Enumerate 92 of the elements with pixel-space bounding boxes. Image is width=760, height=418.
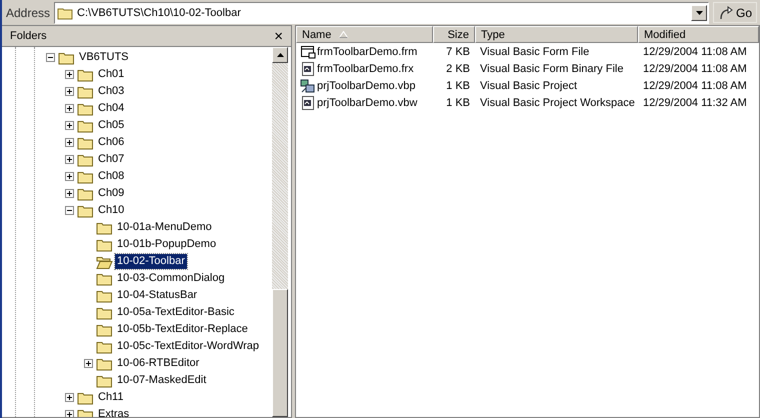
- folder-icon: [96, 238, 113, 252]
- expander-icon[interactable]: [84, 359, 93, 368]
- folder-item[interactable]: 10-05b-TextEditor-Replace: [115, 322, 250, 337]
- file-size: 1 KB: [445, 80, 471, 92]
- address-label: Address: [6, 6, 50, 20]
- folder-item[interactable]: Ch07: [96, 152, 126, 167]
- folder-item[interactable]: 10-02-Toolbar: [115, 254, 187, 269]
- folder-item[interactable]: Ch09: [96, 186, 126, 201]
- pane-title: Folders: [10, 30, 47, 42]
- expander-icon[interactable]: [65, 206, 74, 215]
- curved-arrow-icon: [718, 4, 734, 20]
- caret-icon: [696, 10, 702, 14]
- folder-icon: [77, 170, 94, 184]
- folder-icon: [96, 322, 113, 336]
- file-type: Visual Basic Project Workspace: [479, 96, 636, 108]
- open-folder-icon: [96, 254, 113, 268]
- folder-item[interactable]: 10-03-CommonDialog: [115, 271, 227, 286]
- folder-item[interactable]: 10-07-MaskedEdit: [115, 373, 208, 388]
- folder-icon: [57, 6, 74, 20]
- folder-icon: [77, 136, 94, 150]
- file-name[interactable]: prjToolbarDemo.vbp: [317, 80, 416, 92]
- expander-icon[interactable]: [65, 121, 74, 130]
- expander-icon[interactable]: [65, 393, 74, 402]
- folder-icon: [77, 68, 94, 82]
- file-type: Visual Basic Project: [479, 80, 578, 92]
- folder-icon: [96, 374, 113, 388]
- folder-icon: [77, 118, 94, 132]
- file-type: Visual Basic Form File: [479, 46, 590, 58]
- folder-item[interactable]: Ch06: [96, 135, 126, 150]
- expander-icon[interactable]: [65, 104, 74, 113]
- folder-item[interactable]: Ch08: [96, 169, 126, 184]
- folder-item[interactable]: 10-01b-PopupDemo: [115, 237, 218, 252]
- folder-item[interactable]: VB6TUTS: [77, 50, 131, 65]
- file-size: 7 KB: [445, 46, 471, 58]
- file-size: 1 KB: [445, 96, 471, 108]
- folder-item[interactable]: 10-05a-TextEditor-Basic: [115, 305, 236, 320]
- folder-item[interactable]: 10-01a-MenuDemo: [115, 220, 214, 235]
- expander-icon[interactable]: [65, 87, 74, 96]
- column-header[interactable]: Modified: [638, 26, 759, 43]
- sort-arrow-icon: [339, 31, 348, 38]
- folder-item[interactable]: Ch05: [96, 118, 126, 133]
- folder-icon: [77, 84, 94, 98]
- column-header[interactable]: Type: [475, 26, 638, 43]
- document-icon: [300, 60, 316, 76]
- folder-item[interactable]: 10-06-RTBEditor: [115, 356, 202, 371]
- folder-icon: [96, 356, 113, 370]
- expander-icon[interactable]: [46, 53, 55, 62]
- folder-icon: [96, 288, 113, 302]
- folder-icon: [77, 152, 94, 166]
- folder-item[interactable]: 10-05c-TextEditor-WordWrap: [115, 339, 262, 354]
- scrollbar[interactable]: [272, 47, 288, 417]
- document-icon: [300, 94, 316, 110]
- expander-icon[interactable]: [65, 410, 74, 417]
- dropdown-button[interactable]: [691, 4, 707, 20]
- folder-item[interactable]: 10-04-StatusBar: [115, 288, 200, 303]
- column-header[interactable]: Size: [433, 26, 475, 43]
- file-modified: 12/29/2004 11:08 AM: [642, 80, 748, 92]
- folder-item[interactable]: Ch10: [96, 203, 126, 218]
- folder-icon: [96, 272, 113, 286]
- folder-icon: [96, 340, 113, 354]
- folder-icon: [96, 306, 113, 320]
- go-button[interactable]: Go: [713, 2, 757, 23]
- expander-icon[interactable]: [65, 138, 74, 147]
- file-modified: 12/29/2004 11:08 AM: [642, 46, 748, 58]
- folder-icon: [77, 102, 94, 116]
- folder-icon: [58, 50, 75, 64]
- folder-item[interactable]: Ch04: [96, 101, 126, 116]
- folder-icon: [77, 390, 94, 404]
- close-button[interactable]: ×: [274, 28, 283, 44]
- expander-icon[interactable]: [65, 155, 74, 164]
- expander-icon[interactable]: [65, 172, 74, 181]
- folder-icon: [96, 220, 113, 234]
- folder-item[interactable]: Ch01: [96, 67, 126, 82]
- file-modified: 12/29/2004 11:08 AM: [642, 62, 748, 74]
- address-field[interactable]: C:\VB6TUTS\Ch10\10-02-Toolbar: [54, 2, 709, 24]
- expander-icon[interactable]: [65, 189, 74, 198]
- folder-icon: [77, 204, 94, 218]
- file-size: 2 KB: [445, 62, 471, 74]
- file-name[interactable]: prjToolbarDemo.vbw: [317, 96, 418, 108]
- expander-icon[interactable]: [65, 70, 74, 79]
- scroll-up-icon[interactable]: [276, 53, 284, 57]
- folder-item[interactable]: Ch11: [96, 390, 126, 405]
- column-header[interactable]: Name: [296, 26, 433, 43]
- form-file-icon: [300, 44, 316, 60]
- folder-icon: [77, 186, 94, 200]
- folder-item[interactable]: Ch03: [96, 84, 126, 99]
- file-type: Visual Basic Form Binary File: [479, 62, 624, 74]
- folder-item[interactable]: Extras: [96, 407, 132, 417]
- file-name[interactable]: frmToolbarDemo.frx: [317, 62, 414, 74]
- project-icon: [300, 78, 316, 94]
- file-name[interactable]: frmToolbarDemo.frm: [317, 46, 418, 58]
- file-modified: 12/29/2004 11:32 AM: [642, 96, 748, 108]
